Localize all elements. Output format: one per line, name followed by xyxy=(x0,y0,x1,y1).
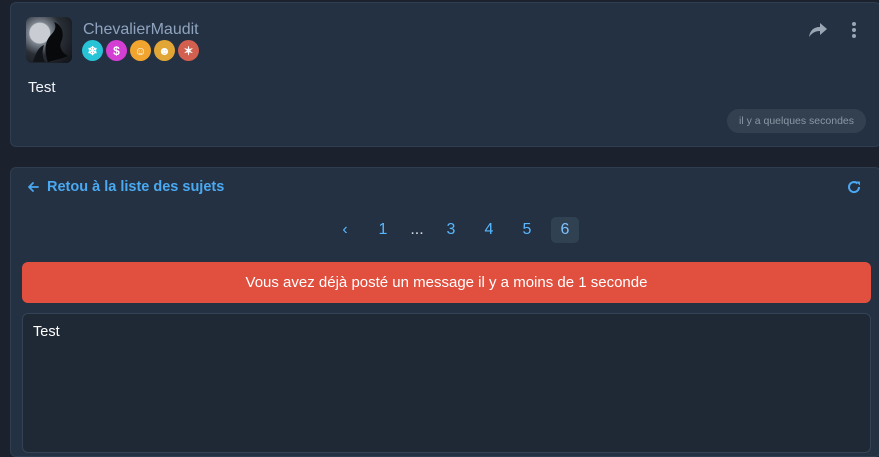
page-6-button[interactable]: 6 xyxy=(551,217,579,243)
share-icon[interactable] xyxy=(807,21,829,39)
more-options-icon[interactable] xyxy=(848,21,860,39)
error-alert: Vous avez déjà posté un message il y a m… xyxy=(22,262,871,303)
monster-badge-icon[interactable]: ✶ xyxy=(178,40,199,61)
refresh-icon[interactable] xyxy=(846,179,862,195)
previous-page-button[interactable]: ‹ xyxy=(331,217,359,243)
message-editor[interactable]: Test xyxy=(22,313,871,453)
post-timestamp: il y a quelques secondes xyxy=(727,109,866,133)
snowflake-badge-icon[interactable]: ❄ xyxy=(82,40,103,61)
face-badge-icon[interactable]: ☻ xyxy=(154,40,175,61)
pagination-ellipsis: ... xyxy=(410,221,424,238)
pagination: ‹ 1 ... 3 4 5 6 xyxy=(331,217,579,243)
dollar-badge-icon[interactable]: $ xyxy=(106,40,127,61)
page-4-button[interactable]: 4 xyxy=(475,217,503,243)
page-5-button[interactable]: 5 xyxy=(513,217,541,243)
avatar-image xyxy=(33,22,68,62)
page-3-button[interactable]: 3 xyxy=(437,217,465,243)
username[interactable]: ChevalierMaudit xyxy=(83,21,199,39)
page-1-button[interactable]: 1 xyxy=(369,217,397,243)
user-badges: ❄ $ ☺ ☻ ✶ xyxy=(82,40,199,61)
topic-card: Retou à la liste des sujets ‹ 1 ... 3 4 … xyxy=(10,167,879,457)
smiley-badge-icon[interactable]: ☺ xyxy=(130,40,151,61)
post-card: ChevalierMaudit ❄ $ ☺ ☻ ✶ Test il y a qu… xyxy=(10,2,879,147)
back-to-topics-link[interactable]: Retou à la liste des sujets xyxy=(27,179,224,195)
avatar[interactable] xyxy=(26,17,72,63)
arrow-left-icon xyxy=(28,182,39,192)
post-text: Test xyxy=(28,79,56,96)
back-to-topics-label: Retou à la liste des sujets xyxy=(47,179,225,195)
